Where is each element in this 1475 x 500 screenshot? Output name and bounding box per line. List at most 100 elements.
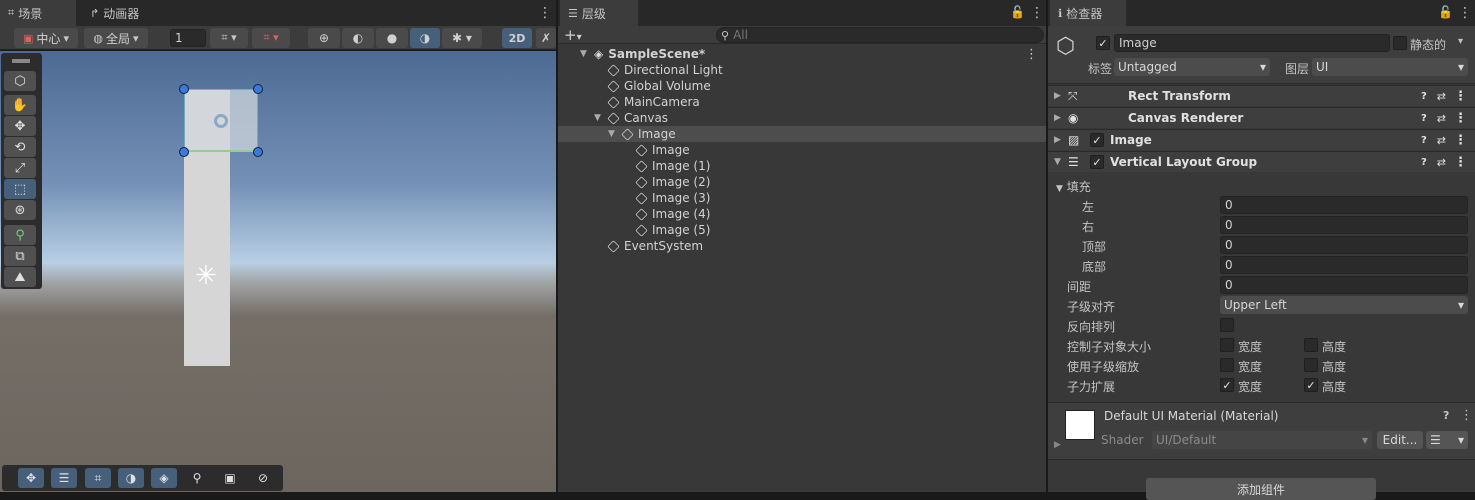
help-icon[interactable]: ? — [1421, 157, 1427, 168]
shader-options-button[interactable]: ☰ ▾ — [1426, 431, 1468, 449]
rect-handle-tl[interactable] — [179, 84, 189, 94]
foldout-arrow-icon[interactable]: ▼ — [594, 113, 608, 123]
pivot-handle[interactable] — [214, 114, 228, 128]
inspector-menu-icon[interactable]: ⋮ — [1458, 5, 1472, 21]
increment-snap-button[interactable]: ⌗ ▾ — [252, 28, 290, 48]
component-header[interactable]: ▼ ☰ ✓ Vertical Layout Group? ⇄ ⋮ — [1048, 151, 1475, 172]
snap-tool-button[interactable]: ⧉ — [4, 246, 36, 266]
static-dropdown-icon[interactable]: ▾ — [1458, 36, 1463, 47]
overlay-layers-button[interactable]: ◈ — [151, 468, 177, 488]
rect-handle-bl[interactable] — [179, 147, 189, 157]
hierarchy-item[interactable]: Directional Light — [558, 62, 1046, 78]
grid-snap-button[interactable]: ⌗ ▾ — [210, 28, 248, 48]
hierarchy-item[interactable]: Global Volume — [558, 78, 1046, 94]
component-menu-icon[interactable]: ⋮ — [1454, 89, 1467, 104]
tag-dropdown[interactable]: Untagged ▾ — [1114, 58, 1270, 76]
shading-shaded-wire-button[interactable]: ◐ — [342, 28, 374, 48]
hierarchy-item[interactable]: ▼ ◈ SampleScene* ⋮ — [558, 46, 1046, 62]
scale-width-checkbox[interactable] — [1220, 358, 1234, 372]
hierarchy-item[interactable]: Image (4) — [558, 206, 1046, 222]
hierarchy-item[interactable]: Image (2) — [558, 174, 1046, 190]
space-dropdown[interactable]: ◍ 全局 ▾ — [84, 28, 148, 48]
preset-icon[interactable]: ⇄ — [1437, 156, 1446, 169]
shader-edit-button[interactable]: Edit... — [1377, 431, 1423, 449]
foldout-arrow-icon[interactable]: ▼ — [608, 129, 622, 139]
add-component-button[interactable]: 添加组件 — [1146, 478, 1376, 500]
foldout-arrow-icon[interactable]: ▼ — [1054, 157, 1068, 167]
toggle-2d-button[interactable]: 2D — [502, 28, 532, 48]
component-header[interactable]: ▶ ◉ Canvas Renderer? ⇄ ⋮ — [1048, 107, 1475, 128]
custom-tool-button[interactable]: ⚲ — [4, 225, 36, 245]
debug-draw-button[interactable]: ✱ ▾ — [442, 28, 482, 48]
tab-scene[interactable]: ⌗ 场景 — [0, 0, 76, 26]
hand-tool-button[interactable]: ✋ — [4, 95, 36, 115]
spacing-field[interactable]: 0 — [1220, 276, 1468, 294]
tab-inspector[interactable]: ℹ 检查器 — [1050, 0, 1126, 26]
lighting-toggle-button[interactable]: ✗ — [536, 28, 556, 48]
overlay-move-button[interactable]: ✥ — [18, 468, 44, 488]
material-menu-icon[interactable]: ⋮ — [1460, 408, 1473, 423]
scene-viewport[interactable]: ✳ ⬡ ✋ ✥ ⟲ ⤢ ⬚ ⊛ ⚲ ⧉ ⛰ ✥ ☰ ⌗ ◑ ◈ ⚲ ▣ ⊘ — [0, 51, 556, 492]
create-button[interactable]: +▾ — [564, 26, 582, 44]
hierarchy-item[interactable]: EventSystem — [558, 238, 1046, 254]
pivot-dropdown[interactable]: ▣ 中心 ▾ — [14, 28, 78, 48]
layer-dropdown[interactable]: UI ▾ — [1312, 58, 1468, 76]
hierarchy-item[interactable]: Image (3) — [558, 190, 1046, 206]
foldout-arrow-icon[interactable]: ▶ — [1054, 113, 1068, 123]
component-header[interactable]: ▶ ▨ ✓ Image? ⇄ ⋮ — [1048, 129, 1475, 150]
material-help-icon[interactable]: ? — [1443, 409, 1449, 422]
view-cube-button[interactable]: ⬡ — [4, 71, 36, 91]
shading-wire-button[interactable]: ⊕ — [308, 28, 340, 48]
hierarchy-item[interactable]: Image — [558, 142, 1046, 158]
scale-height-checkbox[interactable] — [1304, 358, 1318, 372]
foldout-arrow-icon[interactable]: ▼ — [580, 49, 594, 59]
hierarchy-menu-icon[interactable]: ⋮ — [1030, 5, 1044, 21]
shading-unlit-button[interactable]: ● — [376, 28, 408, 48]
component-enabled-checkbox[interactable]: ✓ — [1090, 133, 1104, 147]
hierarchy-item[interactable]: Image (1) — [558, 158, 1046, 174]
object-name-field[interactable]: Image — [1114, 34, 1390, 52]
scene-menu-icon[interactable]: ⋮ — [538, 5, 552, 21]
rotate-tool-button[interactable]: ⟲ — [4, 137, 36, 157]
hierarchy-item[interactable]: ▼ Canvas — [558, 110, 1046, 126]
component-menu-icon[interactable]: ⋮ — [1454, 155, 1467, 170]
rect-handle-tr[interactable] — [253, 84, 263, 94]
overlay-shading-button[interactable]: ◑ — [118, 468, 144, 488]
expand-width-checkbox[interactable]: ✓ — [1220, 378, 1234, 392]
material-foldout-icon[interactable]: ▶ — [1054, 440, 1061, 450]
inspector-lock-icon[interactable]: 🔓 — [1438, 5, 1453, 19]
help-icon[interactable]: ? — [1421, 91, 1427, 102]
overlay-gizmo-button[interactable]: ⊘ — [250, 468, 276, 488]
overlay-grid-button[interactable]: ⌗ — [85, 468, 111, 488]
bottom-field[interactable]: 0 — [1220, 256, 1468, 274]
control-height-checkbox[interactable] — [1304, 338, 1318, 352]
right-field[interactable]: 0 — [1220, 216, 1468, 234]
reverse-checkbox[interactable] — [1220, 318, 1234, 332]
overlay-ui-button[interactable]: ☰ — [51, 468, 77, 488]
component-header[interactable]: ▶ ⤧ Rect Transform? ⇄ ⋮ — [1048, 85, 1475, 106]
foldout-arrow-icon[interactable]: ▶ — [1054, 135, 1068, 145]
transform-tool-button[interactable]: ⊛ — [4, 200, 36, 220]
control-width-checkbox[interactable] — [1220, 338, 1234, 352]
gameobject-icon[interactable]: ⬡ — [1056, 34, 1075, 59]
rect-tool-button[interactable]: ⬚ — [4, 179, 36, 199]
overlay-camera-button[interactable]: ▣ — [217, 468, 243, 488]
preset-icon[interactable]: ⇄ — [1437, 90, 1446, 103]
help-icon[interactable]: ? — [1421, 135, 1427, 146]
preset-icon[interactable]: ⇄ — [1437, 112, 1446, 125]
hierarchy-item[interactable]: Image (5) — [558, 222, 1046, 238]
hierarchy-search-input[interactable]: ⚲ All — [716, 27, 1044, 43]
component-menu-icon[interactable]: ⋮ — [1454, 111, 1467, 126]
rect-handle-br[interactable] — [253, 147, 263, 157]
hierarchy-lock-icon[interactable]: 🔓 — [1010, 5, 1025, 19]
scene-menu-icon[interactable]: ⋮ — [1025, 47, 1038, 62]
tool-strip-handle[interactable] — [12, 59, 30, 63]
shading-lit-button[interactable]: ◑ — [410, 28, 440, 48]
help-icon[interactable]: ? — [1421, 113, 1427, 124]
object-active-checkbox[interactable]: ✓ — [1096, 36, 1110, 50]
component-enabled-checkbox[interactable]: ✓ — [1090, 155, 1104, 169]
foldout-arrow-icon[interactable]: ▶ — [1054, 91, 1068, 101]
shader-dropdown[interactable]: UI/Default ▾ — [1152, 431, 1372, 449]
tab-animator[interactable]: ↱ 动画器 — [82, 0, 172, 26]
top-field[interactable]: 0 — [1220, 236, 1468, 254]
